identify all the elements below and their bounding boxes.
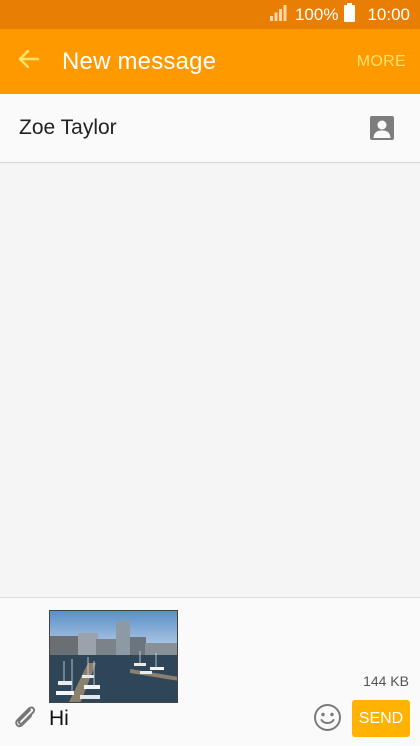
back-button[interactable]	[0, 29, 56, 94]
message-input[interactable]	[49, 704, 299, 734]
contact-icon	[370, 116, 394, 144]
recipient-name[interactable]: Zoe Taylor	[19, 116, 370, 140]
harbor-photo	[50, 611, 177, 702]
smiley-icon	[313, 704, 342, 736]
page-title: New message	[62, 47, 217, 75]
battery-icon	[344, 2, 356, 27]
status-time: 10:00	[367, 4, 410, 24]
contact-button[interactable]	[370, 116, 394, 140]
composer: 144 KB SEND	[0, 597, 420, 746]
attach-button[interactable]	[12, 704, 38, 730]
recipient-row[interactable]: Zoe Taylor	[0, 94, 420, 163]
more-button[interactable]: MORE	[357, 53, 406, 71]
attachment-size: 144 KB	[363, 673, 409, 689]
attachment-image[interactable]	[49, 610, 178, 703]
app-bar: New message MORE	[0, 29, 420, 94]
battery-percent: 100%	[294, 4, 339, 24]
paperclip-icon	[12, 706, 38, 734]
arrow-left-icon	[18, 48, 40, 75]
send-button[interactable]: SEND	[352, 700, 410, 737]
signal-icon	[269, 4, 287, 26]
emoji-button[interactable]	[313, 703, 342, 732]
status-bar: 100% 10:00	[0, 0, 420, 29]
message-thread	[0, 163, 420, 597]
